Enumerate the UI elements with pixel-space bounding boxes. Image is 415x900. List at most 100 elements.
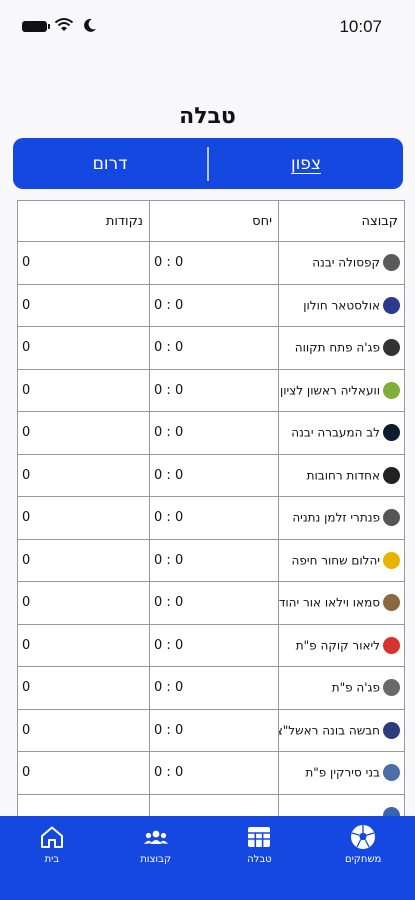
points-cell: 0	[17, 411, 150, 455]
table-row[interactable]: וועאליה ראשון לציון 0 : 00	[17, 368, 405, 412]
team-name: קפסולה יבנה	[312, 255, 380, 270]
ratio-cell: 0 : 0	[149, 326, 279, 370]
nav-home-label: בית	[44, 854, 60, 865]
battery-icon	[22, 21, 50, 32]
team-logo-icon	[383, 424, 400, 442]
ratio-cell: 0 : 0	[149, 368, 279, 412]
table-row[interactable]: אחדות רחובות 0 : 00	[17, 453, 405, 497]
team-logo-icon	[383, 636, 400, 654]
team-name: אחדות רחובות	[306, 468, 380, 483]
table-row[interactable]: פג'ה פתח תקווה 0 : 00	[17, 326, 405, 370]
points-cell: 0	[17, 283, 150, 327]
team-cell: חבשה בונה ראשל"צ	[278, 708, 405, 752]
points-cell: 0	[17, 666, 150, 710]
table-row[interactable]: סמאו וילאו אור יהודה 0 : 00	[17, 581, 405, 625]
standings-table: קבוצה יחס נקודות קפסולה יבנה 0 : 0 0 אולסטא…	[17, 200, 405, 837]
segment-divider	[207, 146, 209, 181]
team-cell: אולסטאר חולון	[278, 283, 405, 327]
table-row[interactable]: יהלום שחור חיפה 0 : 00	[17, 538, 405, 582]
points-cell: 0	[17, 453, 150, 497]
table-row[interactable]: לב המעברה יבנה 0 : 00	[17, 411, 405, 455]
team-cell: פנתרי זלמן נתניה	[278, 496, 405, 540]
ratio-cell: 0 : 0	[149, 411, 279, 455]
team-logo-icon	[383, 381, 400, 399]
nav-games[interactable]: משחקים	[311, 816, 415, 900]
team-name: וועאליה ראשון לציון	[279, 383, 380, 398]
table-row[interactable]: ליאור קוקה פ"ת 0 : 00	[17, 623, 405, 667]
team-logo-icon	[383, 339, 400, 357]
points-cell: 0	[17, 538, 150, 582]
ratio-cell: 0 : 0	[149, 666, 279, 710]
team-name: לב המעברה יבנה	[291, 425, 380, 440]
table-row[interactable]: בני סירקין פ"ת 0 : 00	[17, 751, 405, 795]
points-cell: 0	[17, 496, 150, 540]
points-cell: 0	[17, 241, 150, 285]
ratio-cell: 0 : 0	[149, 453, 279, 497]
header-ratio: יחס	[149, 200, 279, 242]
team-cell: יהלום שחור חיפה	[278, 538, 405, 582]
team-logo-icon	[383, 721, 400, 739]
team-name: פג'ה פתח תקווה	[294, 340, 380, 355]
table-row[interactable]: אולסטאר חולון 0 : 00	[17, 283, 405, 327]
points-cell: 0	[17, 751, 150, 795]
status-bar: 10:07	[0, 0, 415, 52]
points-cell: 0	[17, 623, 150, 667]
team-logo-icon	[383, 594, 400, 612]
nav-table[interactable]: טבלה	[208, 816, 312, 900]
table-icon	[248, 827, 271, 847]
team-cell: סמאו וילאו אור יהודה	[278, 581, 405, 625]
points-cell: 0	[17, 326, 150, 370]
team-cell: פג'ה פ"ת	[278, 666, 405, 710]
nav-table-label: טבלה	[247, 854, 272, 865]
team-name: סמאו וילאו אור יהודה	[278, 595, 381, 610]
table-row[interactable]: פג'ה פ"ת 0 : 00	[17, 666, 405, 710]
ratio-cell: 0 : 0	[149, 241, 279, 285]
table-row[interactable]: פנתרי זלמן נתניה 0 : 00	[17, 496, 405, 540]
team-name: בני סירקין פ"ת	[305, 765, 380, 780]
nav-teams-label: קבוצות	[140, 854, 172, 865]
ratio-cell: 0 : 0	[149, 538, 279, 582]
home-icon	[40, 826, 63, 848]
wifi-icon	[54, 18, 74, 31]
team-logo-icon	[383, 679, 400, 697]
table-row[interactable]: חבשה בונה ראשל"צ 0 : 00	[17, 708, 405, 752]
team-cell: וועאליה ראשון לציון	[278, 368, 405, 412]
table-row[interactable]: קפסולה יבנה 0 : 00	[17, 241, 405, 285]
status-time: 10:07	[339, 17, 382, 36]
ratio-cell: 0 : 0	[149, 283, 279, 327]
nav-teams[interactable]: קבוצות	[104, 816, 208, 900]
team-logo-icon	[383, 296, 400, 314]
team-cell: אחדות רחובות	[278, 453, 405, 497]
team-name: אולסטאר חולון	[303, 298, 380, 313]
region-segmented-control: צפון דרום	[13, 138, 403, 189]
ratio-cell: 0 : 0	[149, 496, 279, 540]
bottom-nav: משחקים טבלה קבוצות בית	[0, 816, 415, 900]
team-name: ליאור קוקה פ"ת	[295, 638, 380, 653]
team-logo-icon	[383, 254, 400, 272]
team-logo-icon	[383, 466, 400, 484]
page-title: טבלה	[179, 104, 236, 129]
team-logo-icon	[383, 764, 400, 782]
ratio-cell: 0 : 0	[149, 708, 279, 752]
moon-icon	[84, 18, 96, 32]
team-cell: ליאור קוקה פ"ת	[278, 623, 405, 667]
tab-south[interactable]: דרום	[13, 154, 207, 174]
ratio-cell: 0 : 0	[149, 623, 279, 667]
header-points: נקודות	[17, 200, 150, 242]
team-cell: בני סירקין פ"ת	[278, 751, 405, 795]
team-name: פג'ה פ"ת	[331, 680, 380, 695]
team-cell: לב המעברה יבנה	[278, 411, 405, 455]
points-cell: 0	[17, 581, 150, 625]
team-logo-icon	[383, 551, 400, 569]
points-cell: 0	[17, 368, 150, 412]
ratio-cell: 0 : 0	[149, 751, 279, 795]
team-cell: פג'ה פתח תקווה	[278, 326, 405, 370]
ratio-cell: 0 : 0	[149, 581, 279, 625]
soccer-ball-icon	[351, 825, 376, 849]
tab-north[interactable]: צפון	[209, 154, 403, 174]
nav-games-label: משחקים	[344, 854, 382, 865]
nav-home[interactable]: בית	[0, 816, 104, 900]
team-name: יהלום שחור חיפה	[291, 553, 380, 568]
table-header-row: קבוצה יחס נקודות	[17, 200, 405, 242]
team-cell: קפסולה יבנה	[278, 241, 405, 285]
